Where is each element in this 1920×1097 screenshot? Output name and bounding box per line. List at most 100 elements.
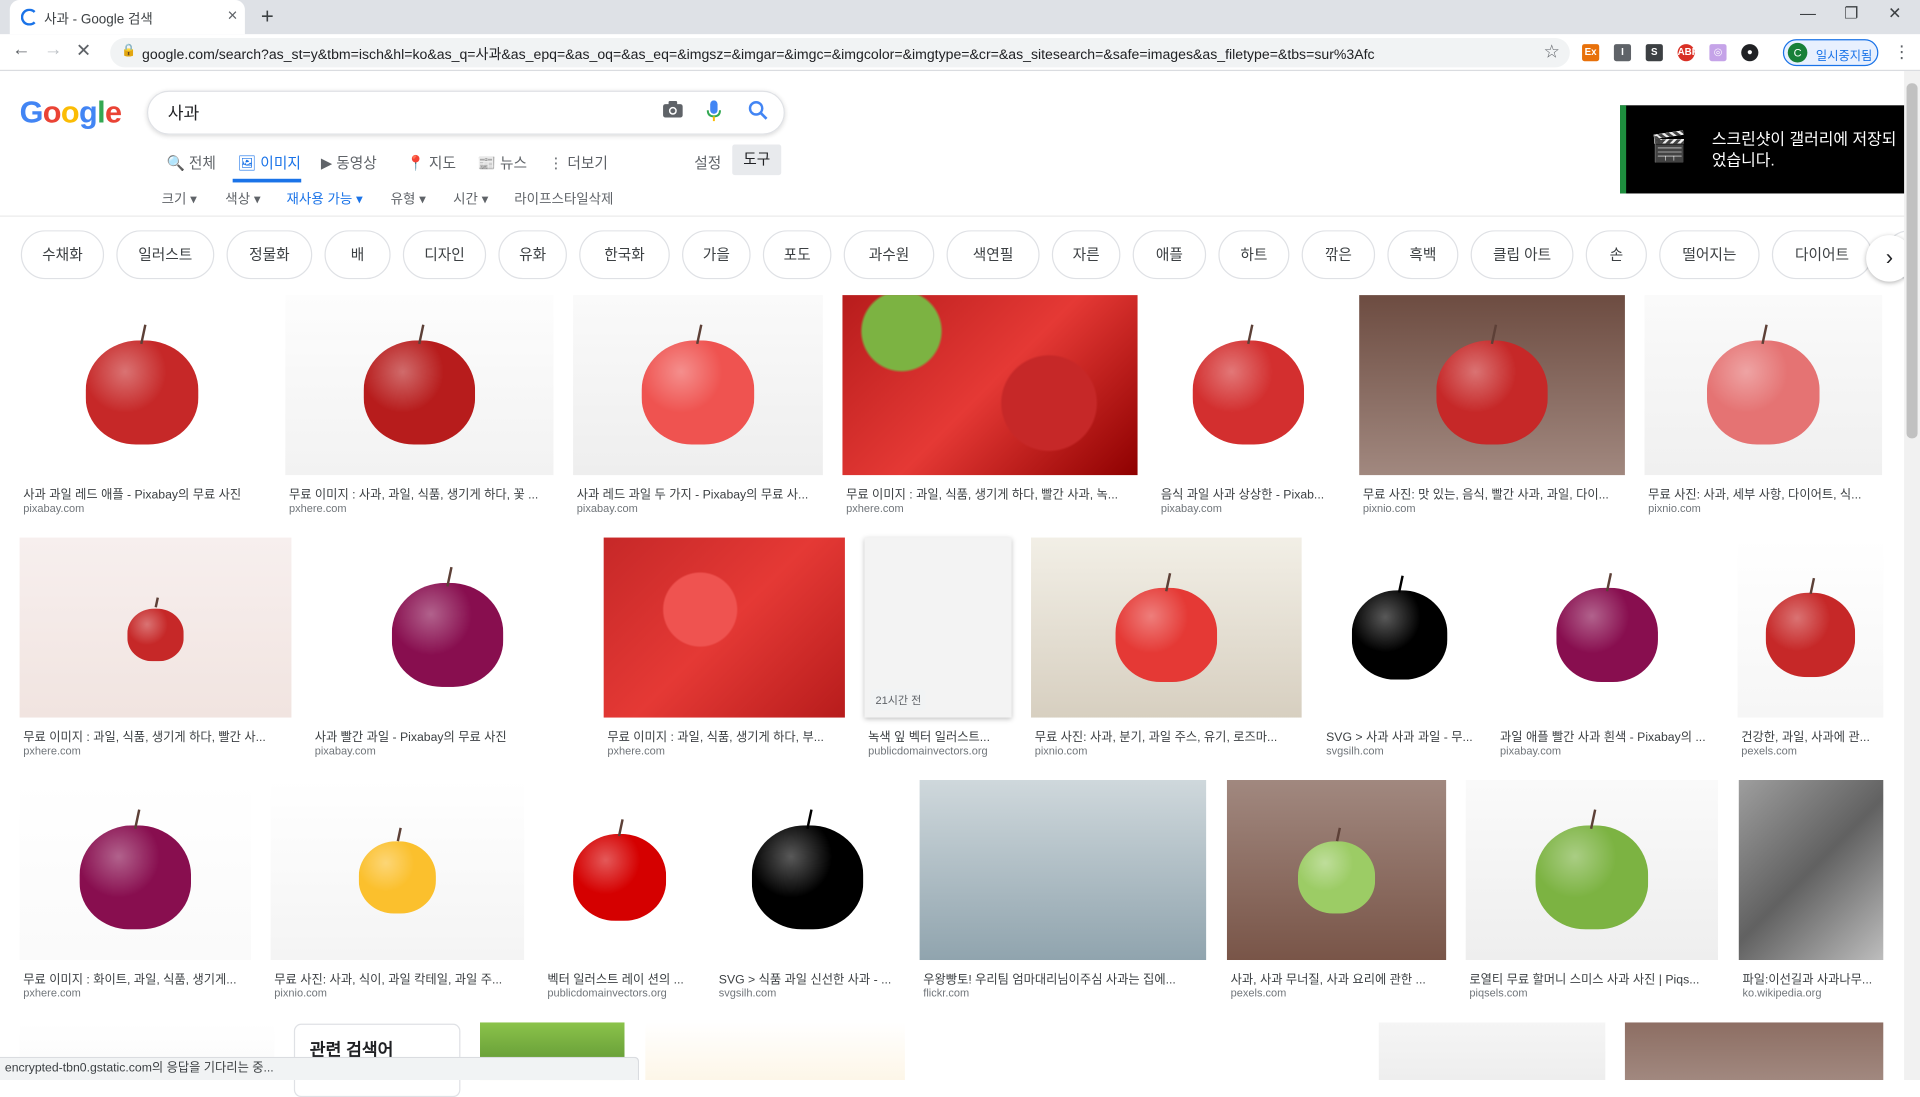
result-thumbnail[interactable]: [285, 295, 554, 476]
image-result[interactable]: 무료 이미지 : 과일, 식품, 생기게 하다, 빨간 사과, 녹... pxhe…: [842, 295, 1138, 519]
close-tab-icon[interactable]: ×: [228, 5, 238, 25]
image-result[interactable]: 무료 이미지 : 과일, 식품, 생기게 하다, 부... pxhere.com: [603, 537, 845, 762]
result-thumbnail[interactable]: [1644, 295, 1883, 476]
result-thumbnail[interactable]: [842, 295, 1138, 476]
filter-usage-rights[interactable]: 재사용 가능 ▾: [287, 189, 363, 209]
image-result[interactable]: 건강한, 과일, 사과에 관... pexels.com: [1737, 537, 1884, 762]
image-result[interactable]: SVG > 식품 과일 신선한 사과 - ... svgsilh.com: [715, 780, 901, 1004]
tab-videos[interactable]: ▶ 동영상: [321, 152, 377, 173]
tab-images[interactable]: 🖼 이미지: [238, 152, 301, 173]
chip[interactable]: 유화: [498, 230, 567, 280]
tab-more[interactable]: ⋮ 더보기: [549, 152, 608, 173]
extension-icon[interactable]: ●: [1741, 44, 1759, 62]
chip[interactable]: 수채화: [20, 230, 105, 280]
result-caption[interactable]: 사과 빨간 과일 - Pixabay의 무료 사진: [315, 726, 581, 744]
chip[interactable]: 과수원: [843, 230, 935, 280]
image-result[interactable]: 무료 사진: 사과, 분기, 과일 주스, 유기, 로즈마... pixnio.c…: [1031, 537, 1302, 762]
image-result[interactable]: 무료 이미지 : 사과, 과일, 식품, 생기게 하다, 꽃 ... pxhere…: [285, 295, 554, 519]
tab-news[interactable]: 📰 뉴스: [478, 152, 527, 173]
filter-type[interactable]: 유형 ▾: [391, 189, 426, 209]
result-caption[interactable]: 사과, 사과 무너질, 사과 요리에 관한 ...: [1231, 969, 1443, 986]
result-caption[interactable]: 로열티 무료 할머니 스미스 사과 사진 | Piqs...: [1469, 969, 1714, 986]
google-logo[interactable]: Google: [20, 96, 122, 132]
result-thumbnail[interactable]: 21시간 전: [864, 537, 1012, 718]
result-thumbnail[interactable]: [1226, 780, 1447, 961]
bookmark-star-icon[interactable]: ☆: [1544, 40, 1560, 63]
extension-icon[interactable]: Ex: [1582, 44, 1600, 62]
filter-size[interactable]: 크기 ▾: [162, 189, 197, 209]
search-icon[interactable]: [748, 100, 768, 126]
adblock-icon[interactable]: ABP: [1677, 44, 1698, 62]
result-thumbnail[interactable]: [1359, 295, 1625, 476]
chip[interactable]: 애플: [1132, 230, 1207, 280]
result-caption[interactable]: 파일:이선길과 사과나무...: [1742, 969, 1879, 986]
page-scrollbar[interactable]: [1904, 71, 1920, 1081]
chip[interactable]: 배: [324, 230, 391, 280]
result-thumbnail[interactable]: [715, 780, 901, 961]
result-thumbnail[interactable]: [645, 1022, 905, 1081]
chip[interactable]: 클립 아트: [1470, 230, 1574, 280]
result-thumbnail[interactable]: [1322, 537, 1477, 718]
result-caption[interactable]: 무료 이미지 : 과일, 식품, 생기게 하다, 부...: [607, 726, 841, 744]
chip[interactable]: 정물화: [226, 230, 313, 280]
result-thumbnail[interactable]: [1465, 780, 1718, 961]
result-thumbnail[interactable]: [311, 537, 585, 718]
new-tab-icon[interactable]: +: [261, 4, 274, 30]
result-thumbnail[interactable]: [1031, 537, 1302, 718]
forward-icon[interactable]: →: [44, 39, 62, 60]
image-result[interactable]: 벡터 일러스트 레이 션의 ... publicdomainvectors.org: [543, 780, 696, 1004]
result-thumbnail[interactable]: [1737, 537, 1884, 718]
result-thumbnail[interactable]: [1624, 1022, 1884, 1081]
settings-link[interactable]: 설정: [694, 152, 721, 173]
image-result[interactable]: 무료 사진: 사과, 식이, 과일 칵테일, 과일 주... pixnio.com: [270, 780, 525, 1004]
result-caption[interactable]: 무료 이미지 : 사과, 과일, 식품, 생기게 하다, 꽃 ...: [289, 484, 550, 502]
scrollbar-thumb[interactable]: [1906, 83, 1918, 439]
result-thumbnail[interactable]: [543, 780, 696, 961]
tools-button[interactable]: 도구: [732, 144, 782, 176]
image-result[interactable]: 사과, 사과 무너질, 사과 요리에 관한 ... pexels.com: [1226, 780, 1447, 1004]
result-thumbnail[interactable]: [919, 780, 1207, 961]
image-result[interactable]: 음식 과일 사과 상상한 - Pixab... pixabay.com: [1157, 295, 1340, 519]
chip[interactable]: 일러스트: [116, 230, 215, 280]
image-result[interactable]: 21시간 전 녹색 잎 벡터 일러스트... publicdomainvectors…: [864, 537, 1012, 762]
image-result[interactable]: 파일:이선길과 사과나무... ko.wikipedia.org: [1738, 780, 1884, 1004]
extension-icon[interactable]: S: [1645, 44, 1663, 62]
result-caption[interactable]: 사과 레드 과일 두 가지 - Pixabay의 무료 사...: [577, 484, 819, 502]
result-caption[interactable]: 벡터 일러스트 레이 션의 ...: [547, 969, 691, 986]
profile-button[interactable]: C 일시중지됨: [1782, 39, 1879, 67]
result-caption[interactable]: 무료 이미지 : 과일, 식품, 생기게 하다, 빨간 사과, 녹...: [846, 484, 1134, 502]
result-thumbnail[interactable]: [270, 780, 525, 961]
result-thumbnail[interactable]: [603, 537, 845, 718]
chip[interactable]: 깎은: [1301, 230, 1376, 280]
image-result[interactable]: 사과 과일 레드 애플 - Pixabay의 무료 사진 pixabay.com: [19, 295, 265, 519]
result-thumbnail[interactable]: [1157, 295, 1340, 476]
result-thumbnail[interactable]: [1738, 780, 1884, 961]
extension-icon[interactable]: ◎: [1709, 44, 1727, 62]
image-result[interactable]: 로열티 무료 할머니 스미스 사과 사진 | Piqs... piqsels.co…: [1465, 780, 1718, 1004]
result-caption[interactable]: 사과 과일 레드 애플 - Pixabay의 무료 사진: [23, 484, 261, 502]
result-caption[interactable]: SVG > 식품 과일 신선한 사과 - ...: [719, 969, 897, 986]
image-result[interactable]: SVG > 사과 사과 과일 - 무... svgsilh.com: [1322, 537, 1477, 762]
result-thumbnail[interactable]: [19, 295, 265, 476]
result-thumbnail[interactable]: [920, 1022, 1078, 1081]
result-thumbnail[interactable]: [19, 537, 292, 718]
image-result[interactable]: 사과 빨간 과일 - Pixabay의 무료 사진 pixabay.com: [311, 537, 585, 762]
close-window-icon[interactable]: ✕: [1888, 4, 1901, 24]
result-thumbnail[interactable]: [1378, 1022, 1606, 1081]
browser-tab[interactable]: 사과 - Google 검색 ×: [9, 0, 245, 35]
menu-icon[interactable]: ⋮: [1893, 42, 1910, 63]
chip[interactable]: 가을: [682, 230, 751, 280]
filter-clear[interactable]: 라이프스타일삭제: [514, 189, 613, 209]
tab-maps[interactable]: 📍 지도: [407, 152, 456, 173]
image-result[interactable]: 무료 사진: 사과, 세부 사항, 다이어트, 식... pixnio.com: [1644, 295, 1883, 519]
result-thumbnail[interactable]: [19, 780, 252, 961]
chip[interactable]: 다이어트: [1771, 230, 1873, 280]
chip[interactable]: 디자인: [402, 230, 487, 280]
chip[interactable]: 한국화: [579, 230, 670, 280]
chip[interactable]: 색연필: [946, 230, 1040, 280]
result-caption[interactable]: 무료 이미지 : 화이트, 과일, 식품, 생기게...: [23, 969, 247, 986]
search-input[interactable]: [167, 100, 646, 125]
chip[interactable]: 흑백: [1387, 230, 1459, 280]
result-caption[interactable]: SVG > 사과 사과 과일 - 무...: [1326, 726, 1473, 744]
result-caption[interactable]: 무료 사진: 사과, 세부 사항, 다이어트, 식...: [1648, 484, 1878, 502]
